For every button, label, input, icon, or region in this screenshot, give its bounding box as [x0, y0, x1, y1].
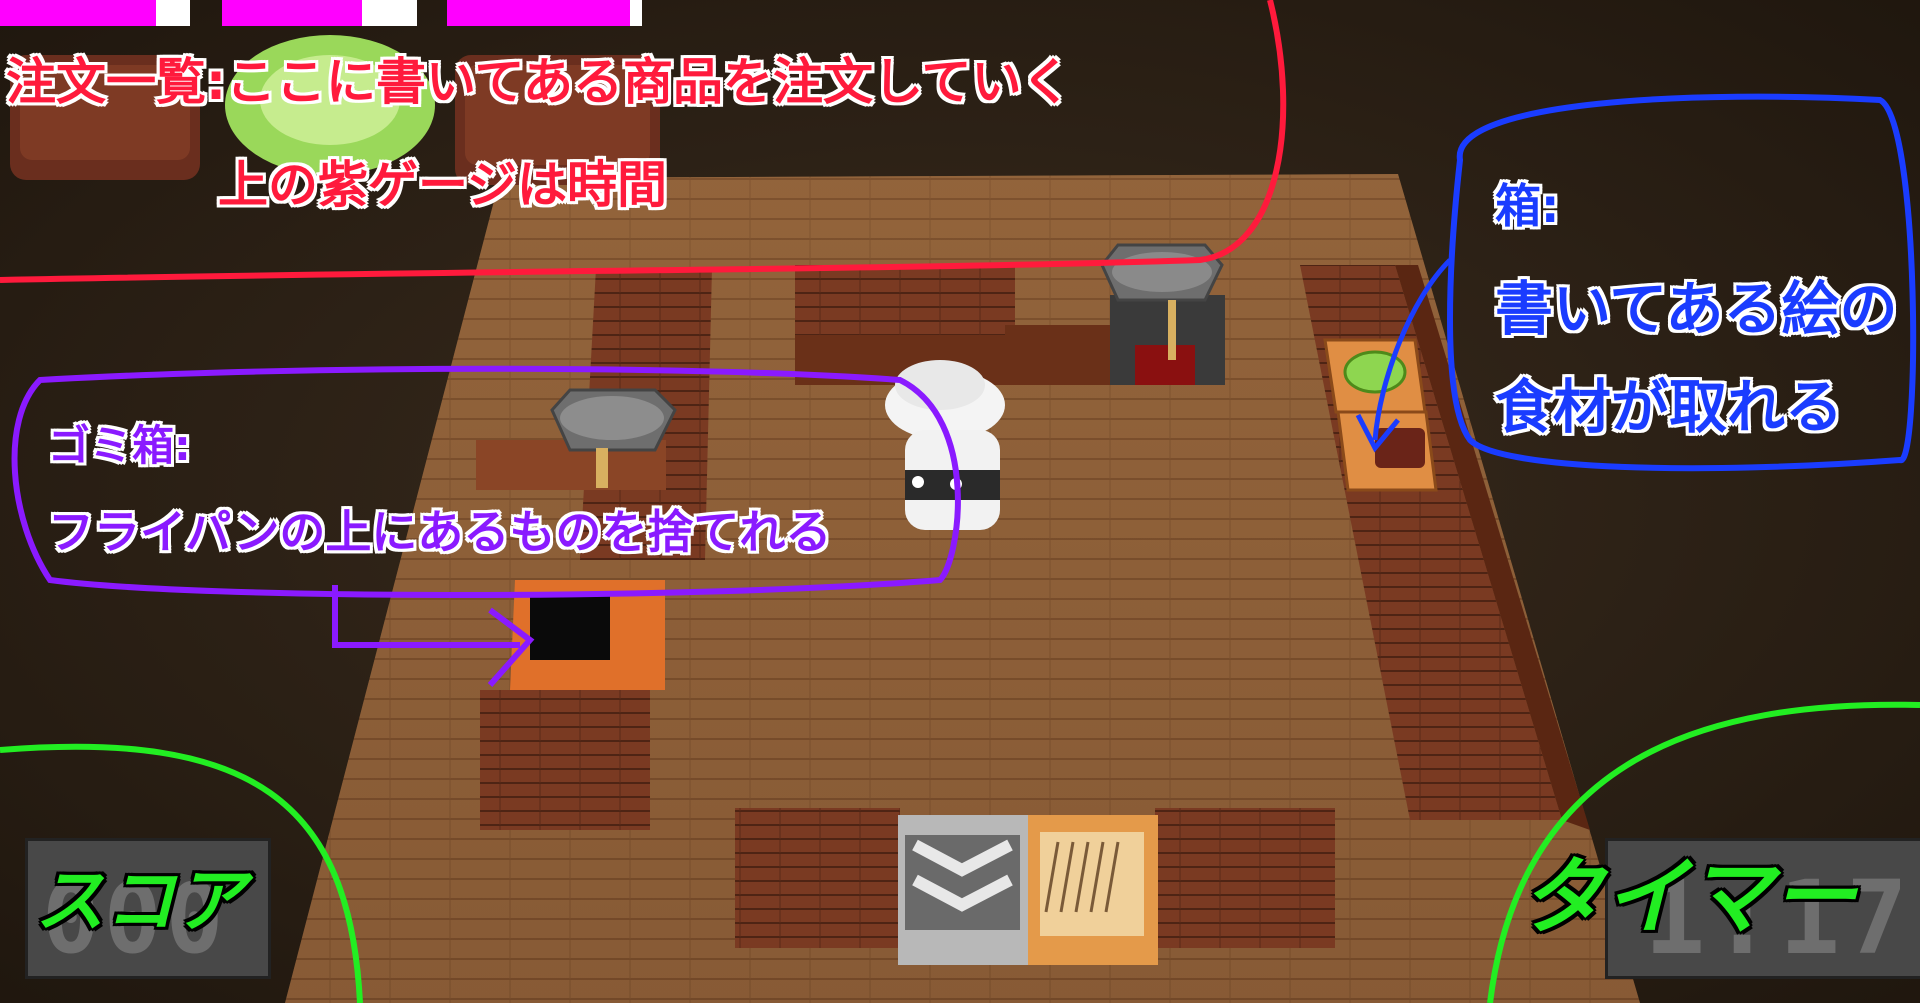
orders-annotation-line1: 注文一覧:ここに書いてある商品を注文していく	[6, 53, 1072, 111]
box-annotation-line2: 食材が取れる	[1495, 373, 1844, 441]
stove[interactable]	[1100, 243, 1225, 385]
serving-counter[interactable]	[898, 815, 1028, 965]
order-timer-fill	[0, 0, 156, 26]
timer-label: タイマー	[1520, 848, 1857, 946]
order-timer-fill	[222, 0, 363, 26]
meat-box[interactable]	[1336, 410, 1438, 492]
order-timer-bar	[222, 0, 417, 26]
order-timer-bar	[447, 0, 642, 26]
orders-annotation-line2: 上の紫ゲージは時間	[218, 156, 667, 214]
box-annotation-title: 箱:	[1495, 179, 1560, 233]
trash-annotation-title: ゴミ箱:	[48, 421, 191, 470]
order-timer-bar	[0, 0, 190, 26]
trash-annotation-line1: フライパンの上にあるものを捨てれる	[48, 505, 832, 559]
order-timer-fill	[447, 0, 631, 26]
lettuce-box[interactable]	[1323, 338, 1427, 414]
score-label: スコア	[35, 860, 245, 942]
plate-stack[interactable]	[1028, 815, 1158, 965]
box-annotation-line1: 書いてある絵の	[1495, 275, 1898, 343]
